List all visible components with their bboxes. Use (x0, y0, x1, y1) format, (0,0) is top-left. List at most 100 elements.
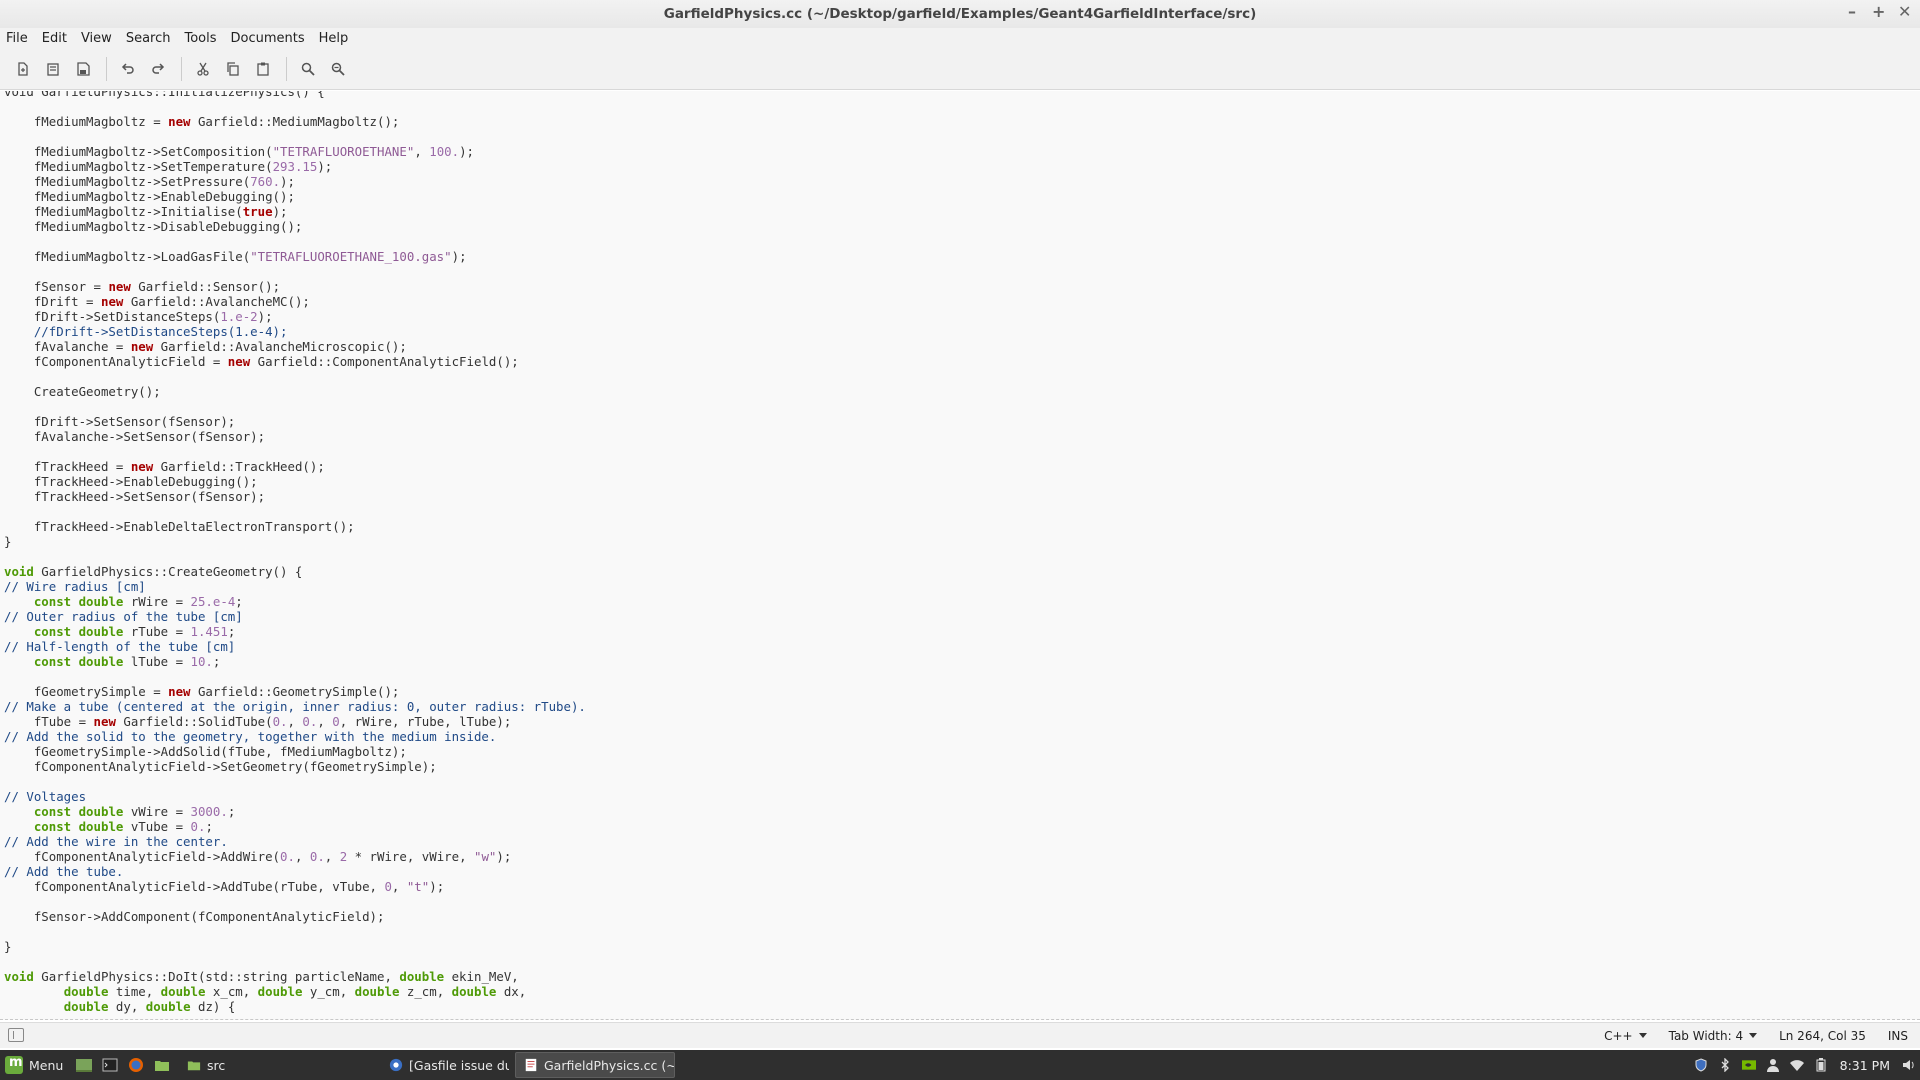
code-line[interactable]: const double rWire = 25.e-4; (4, 594, 586, 609)
battery-icon[interactable] (1814, 1058, 1828, 1072)
code-line[interactable]: fDrift->SetDistanceSteps(1.e-2); (4, 309, 586, 324)
code-line[interactable]: const double rTube = 1.451; (4, 624, 586, 639)
clock[interactable]: 8:31 PM (1840, 1058, 1890, 1073)
code-line[interactable]: double dy, double dz) { (4, 999, 586, 1014)
code-line[interactable]: fAvalanche = new Garfield::AvalancheMicr… (4, 339, 586, 354)
code-line[interactable] (4, 924, 586, 939)
code-line[interactable]: fMediumMagboltz->DisableDebugging(); (4, 219, 586, 234)
code-line[interactable] (4, 129, 586, 144)
code-line[interactable]: // Add the solid to the geometry, togeth… (4, 729, 586, 744)
code-line[interactable]: } (4, 939, 586, 954)
code-line[interactable]: fMediumMagboltz->LoadGasFile("TETRAFLUOR… (4, 249, 586, 264)
menu-view[interactable]: View (75, 31, 118, 46)
redo-button[interactable] (145, 56, 171, 82)
maximize-button[interactable]: + (1872, 2, 1885, 21)
code-line[interactable] (4, 504, 586, 519)
bluetooth-icon[interactable] (1718, 1058, 1732, 1072)
code-line[interactable] (4, 234, 586, 249)
code-line[interactable]: fMediumMagboltz->SetPressure(760.); (4, 174, 586, 189)
open-document-button[interactable] (40, 56, 66, 82)
code-line[interactable]: fComponentAnalyticField->AddWire(0., 0.,… (4, 849, 586, 864)
code-line[interactable]: void GarfieldPhysics::CreateGeometry() { (4, 564, 586, 579)
code-line[interactable] (4, 669, 586, 684)
code-line[interactable]: } (4, 534, 586, 549)
code-line[interactable]: fComponentAnalyticField = new Garfield::… (4, 354, 586, 369)
nvidia-icon[interactable] (1741, 1058, 1756, 1072)
menu-search[interactable]: Search (120, 31, 177, 46)
code-line[interactable]: fAvalanche->SetSensor(fSensor); (4, 429, 586, 444)
shield-icon[interactable] (1694, 1058, 1708, 1072)
menu-help[interactable]: Help (313, 31, 355, 46)
code-line[interactable]: // Make a tube (centered at the origin, … (4, 699, 586, 714)
code-line[interactable]: fMediumMagboltz->Initialise(true); (4, 204, 586, 219)
code-line[interactable]: fMediumMagboltz->SetTemperature(293.15); (4, 159, 586, 174)
code-line[interactable]: // Add the tube. (4, 864, 586, 879)
code-line[interactable]: // Voltages (4, 789, 586, 804)
terminal-launcher[interactable] (100, 1055, 120, 1075)
code-line[interactable]: fMediumMagboltz->EnableDebugging(); (4, 189, 586, 204)
code-line[interactable]: fTube = new Garfield::SolidTube(0., 0., … (4, 714, 586, 729)
code-line[interactable] (4, 774, 586, 789)
code-line[interactable]: fGeometrySimple = new Garfield::Geometry… (4, 684, 586, 699)
code-line[interactable]: // Wire radius [cm] (4, 579, 586, 594)
code-line[interactable]: fSensor = new Garfield::Sensor(); (4, 279, 586, 294)
files-launcher[interactable] (152, 1055, 172, 1075)
menu-edit[interactable]: Edit (36, 31, 73, 46)
code-editor[interactable]: void GarfieldPhysics::InitializePhysics(… (0, 91, 1920, 1020)
code-line[interactable]: fDrift->SetSensor(fSensor); (4, 414, 586, 429)
code-line[interactable]: const double lTube = 10.; (4, 654, 586, 669)
code-line[interactable]: // Half-length of the tube [cm] (4, 639, 586, 654)
code-line[interactable]: fComponentAnalyticField->SetGeometry(fGe… (4, 759, 586, 774)
code-line[interactable]: //fDrift->SetDistanceSteps(1.e-4); (4, 324, 586, 339)
firefox-launcher[interactable] (126, 1055, 146, 1075)
code-line[interactable]: void GarfieldPhysics::DoIt(std::string p… (4, 969, 586, 984)
language-selector[interactable]: C++ (1604, 1029, 1647, 1043)
code-line[interactable]: fTrackHeed->EnableDeltaElectronTransport… (4, 519, 586, 534)
code-line[interactable] (4, 264, 586, 279)
taskbar-window-editor[interactable]: GarfieldPhysics.cc (~... (515, 1052, 675, 1078)
code-line[interactable]: fTrackHeed = new Garfield::TrackHeed(); (4, 459, 586, 474)
code-line[interactable]: CreateGeometry(); (4, 384, 586, 399)
taskbar-window-src[interactable]: src (179, 1052, 329, 1078)
find-replace-button[interactable] (325, 56, 351, 82)
menu-file[interactable]: File (0, 31, 34, 46)
find-button[interactable] (295, 56, 321, 82)
code-line[interactable]: // Outer radius of the tube [cm] (4, 609, 586, 624)
cut-button[interactable] (190, 56, 216, 82)
code-line[interactable]: const double vTube = 0.; (4, 819, 586, 834)
code-line[interactable]: fTrackHeed->SetSensor(fSensor); (4, 489, 586, 504)
code-line[interactable] (4, 369, 586, 384)
code-line[interactable]: // Add the wire in the center. (4, 834, 586, 849)
code-line[interactable] (4, 894, 586, 909)
volume-icon[interactable] (1902, 1058, 1916, 1072)
code-line[interactable]: const double vWire = 3000.; (4, 804, 586, 819)
code-line[interactable]: fDrift = new Garfield::AvalancheMC(); (4, 294, 586, 309)
new-document-button[interactable] (10, 56, 36, 82)
code-line[interactable]: void GarfieldPhysics::InitializePhysics(… (4, 91, 586, 99)
code-line[interactable]: fComponentAnalyticField->AddTube(rTube, … (4, 879, 586, 894)
copy-button[interactable] (220, 56, 246, 82)
code-line[interactable]: double time, double x_cm, double y_cm, d… (4, 984, 586, 999)
save-document-button[interactable] (70, 56, 96, 82)
code-line[interactable] (4, 99, 586, 114)
code-line[interactable] (4, 954, 586, 969)
code-line[interactable] (4, 399, 586, 414)
wifi-icon[interactable] (1789, 1058, 1804, 1072)
code-line[interactable]: fGeometrySimple->AddSolid(fTube, fMedium… (4, 744, 586, 759)
code-line[interactable]: fTrackHeed->EnableDebugging(); (4, 474, 586, 489)
code-line[interactable] (4, 444, 586, 459)
taskbar-window-browser[interactable]: [Gasfile issue during... (381, 1052, 509, 1078)
minimize-button[interactable]: – (1846, 2, 1858, 21)
code-line[interactable] (4, 549, 586, 564)
menu-tools[interactable]: Tools (178, 31, 222, 46)
menu-documents[interactable]: Documents (225, 31, 311, 46)
user-icon[interactable] (1766, 1058, 1780, 1072)
side-panel-toggle-icon[interactable] (8, 1028, 24, 1042)
code-text[interactable]: void GarfieldPhysics::InitializePhysics(… (4, 91, 586, 1014)
code-line[interactable]: fMediumMagboltz->SetComposition("TETRAFL… (4, 144, 586, 159)
code-line[interactable]: fMediumMagboltz = new Garfield::MediumMa… (4, 114, 586, 129)
code-line[interactable]: fSensor->AddComponent(fComponentAnalytic… (4, 909, 586, 924)
undo-button[interactable] (115, 56, 141, 82)
close-button[interactable]: ✕ (1898, 2, 1911, 21)
paste-button[interactable] (250, 56, 276, 82)
